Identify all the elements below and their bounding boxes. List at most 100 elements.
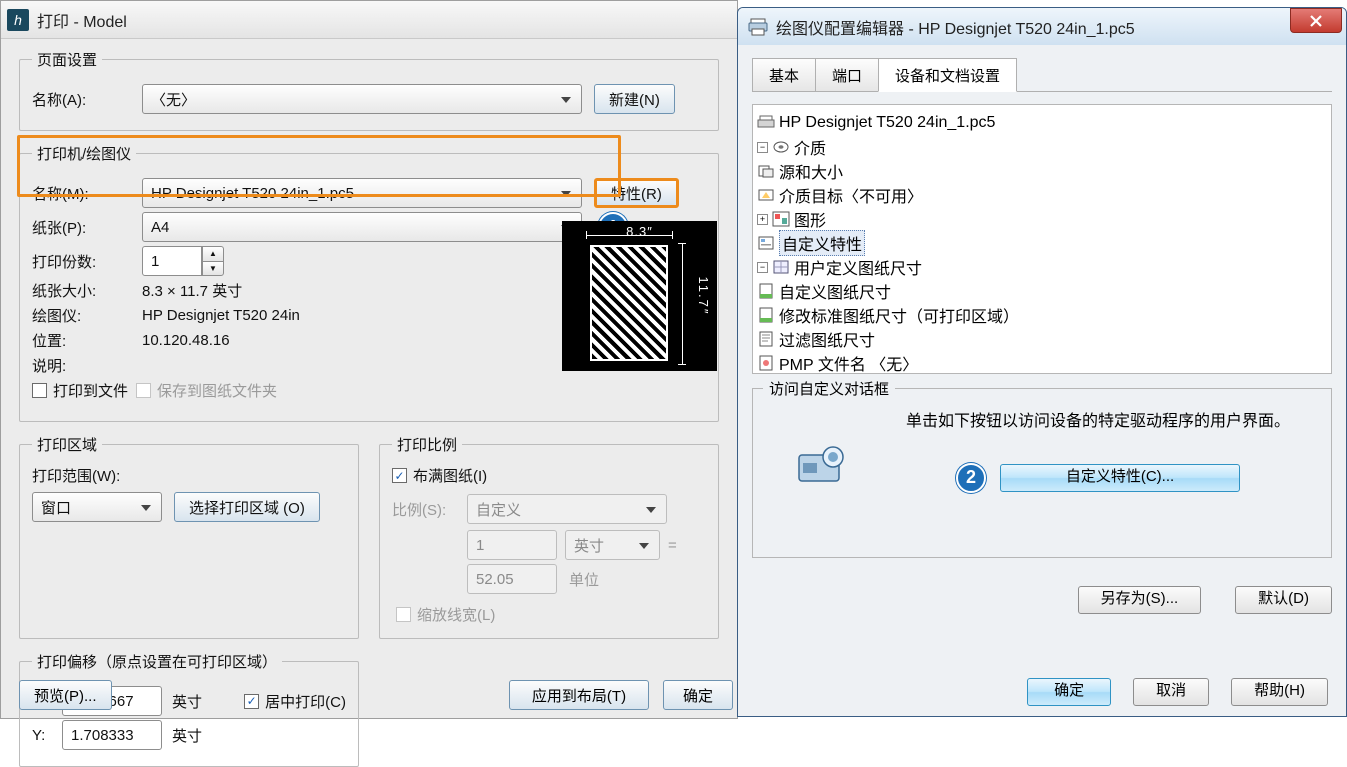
printer-properties-button[interactable]: 特性(R) <box>594 178 679 208</box>
page-setup-legend: 页面设置 <box>32 49 102 70</box>
copies-label: 打印份数: <box>32 251 142 272</box>
apply-layout-button[interactable]: 应用到布局(T) <box>509 680 649 710</box>
offset-y-unit: 英寸 <box>162 725 202 746</box>
page-name-dropdown[interactable]: 〈无〉 <box>142 84 582 114</box>
tree-custom-size[interactable]: 自定义图纸尺寸 <box>757 279 1327 303</box>
new-page-button[interactable]: 新建(N) <box>594 84 675 114</box>
copies-spinner[interactable]: 1 ▲▼ <box>142 246 224 276</box>
cancel-button[interactable]: 取消 <box>1133 678 1209 706</box>
spin-up-icon[interactable]: ▲ <box>202 246 224 261</box>
app-logo-icon: h <box>7 9 29 31</box>
help-button[interactable]: 帮助(H) <box>1231 678 1328 706</box>
ratio-label: 比例(S): <box>392 499 467 520</box>
location-value: 10.120.48.16 <box>142 332 230 349</box>
filter-icon <box>757 331 775 347</box>
scale-unit-dropdown: 英寸 <box>565 530 660 560</box>
printer-name-dropdown[interactable]: HP Designjet T520 24in_1.pc5 <box>142 178 582 208</box>
paper-preview: 8.3″ 11.7″ <box>562 221 717 371</box>
print-scale-legend: 打印比例 <box>392 434 462 455</box>
page-icon <box>757 283 775 299</box>
spin-down-icon[interactable]: ▼ <box>202 261 224 277</box>
range-label: 打印范围(W): <box>32 465 346 486</box>
plotter-label: 绘图仪: <box>32 305 142 326</box>
titlebar: 绘图仪配置编辑器 - HP Designjet T520 24in_1.pc5 <box>738 8 1346 45</box>
tab-bar: 基本 端口 设备和文档设置 <box>752 57 1332 92</box>
fit-to-paper-checkbox[interactable]: ✓ 布满图纸(I) <box>392 465 487 486</box>
properties-icon <box>757 235 775 251</box>
tree-media-target[interactable]: 介质目标〈不可用〉 <box>757 183 1327 207</box>
preview-button[interactable]: 预览(P)... <box>19 680 112 710</box>
tree-graphics[interactable]: +图形 <box>757 207 1327 231</box>
paper-size-value: 8.3 × 11.7 英寸 <box>142 280 242 301</box>
titlebar: h 打印 - Model <box>1 1 737 39</box>
ok-button-left[interactable]: 确定 <box>663 680 733 710</box>
sizes-icon <box>772 259 790 275</box>
offset-y-input[interactable]: 1.708333 <box>62 720 162 750</box>
collapse-icon[interactable]: − <box>757 262 768 273</box>
page-name-label: 名称(A): <box>32 89 142 110</box>
ok-button[interactable]: 确定 <box>1027 678 1111 706</box>
tab-basic[interactable]: 基本 <box>752 58 816 92</box>
select-area-button[interactable]: 选择打印区域 (O) <box>174 492 320 522</box>
paper-label: 纸张(P): <box>32 217 142 238</box>
scale-denominator: 52.05 <box>467 564 557 594</box>
checkbox-checked-icon: ✓ <box>392 468 407 483</box>
tree-modify-size[interactable]: 修改标准图纸尺寸（可打印区域） <box>757 303 1327 327</box>
file-icon <box>757 355 775 371</box>
tree-filter-size[interactable]: 过滤图纸尺寸 <box>757 327 1327 351</box>
source-icon <box>757 163 775 179</box>
print-area-group: 打印区域 打印范围(W): 窗口 选择打印区域 (O) <box>19 434 359 639</box>
tree-user-sizes[interactable]: −用户定义图纸尺寸 <box>757 255 1327 279</box>
tree-custom-props[interactable]: 自定义特性 <box>757 231 1327 255</box>
equals-sign: = <box>660 537 685 554</box>
print-to-file-checkbox[interactable]: 打印到文件 <box>32 380 128 401</box>
ratio-dropdown: 自定义 <box>467 494 667 524</box>
page-setup-group: 页面设置 名称(A): 〈无〉 新建(N) <box>19 49 719 131</box>
page-icon <box>757 307 775 323</box>
tab-ports[interactable]: 端口 <box>815 58 879 92</box>
checkbox-icon <box>396 607 411 622</box>
custom-properties-button[interactable]: 自定义特性(C)... <box>1000 464 1240 492</box>
checkbox-icon <box>136 383 151 398</box>
description-label: 说明: <box>32 355 142 376</box>
tree-media[interactable]: −介质 <box>757 135 1327 159</box>
print-dialog: h 打印 - Model 页面设置 名称(A): 〈无〉 新建(N) 打印机/绘… <box>0 0 738 719</box>
save-as-button[interactable]: 另存为(S)... <box>1078 586 1202 614</box>
tab-device-document[interactable]: 设备和文档设置 <box>878 58 1017 92</box>
plotter-config-editor: 绘图仪配置编辑器 - HP Designjet T520 24in_1.pc5 … <box>737 7 1347 717</box>
collapse-icon[interactable]: − <box>757 142 768 153</box>
tree-media-source[interactable]: 源和大小 <box>757 159 1327 183</box>
offset-y-label: Y: <box>32 727 62 744</box>
preview-height: 11.7″ <box>696 277 711 316</box>
tree-pmp[interactable]: PMP 文件名 〈无〉 <box>757 351 1327 374</box>
printer-icon <box>748 18 768 36</box>
plotter-icon <box>757 115 775 131</box>
print-offset-legend: 打印偏移（原点设置在可打印区域） <box>32 651 282 672</box>
scale-lineweight-checkbox: 缩放线宽(L) <box>392 604 495 625</box>
preview-width: 8.3″ <box>626 224 653 239</box>
settings-tree[interactable]: HP Designjet T520 24in_1.pc5 −介质 源和大小 介质… <box>752 104 1332 374</box>
custom-dialog-group: 访问自定义对话框 单击如下按钮以访问设备的特定驱动程序的用户界面。 2 自定义特… <box>752 388 1332 558</box>
print-scale-group: 打印比例 ✓ 布满图纸(I) 比例(S): 自定义 1 英寸 = <box>379 434 719 639</box>
step-badge-2: 2 <box>956 463 986 493</box>
print-area-legend: 打印区域 <box>32 434 102 455</box>
plotter-value: HP Designjet T520 24in <box>142 307 300 324</box>
printer-name-label: 名称(M): <box>32 183 142 204</box>
unit-text: 单位 <box>569 569 599 590</box>
driver-icon <box>795 441 853 489</box>
range-dropdown[interactable]: 窗口 <box>32 492 162 522</box>
close-button[interactable] <box>1290 8 1342 33</box>
group-title: 访问自定义对话框 <box>763 378 895 399</box>
paper-dropdown[interactable]: A4 <box>142 212 582 242</box>
scale-numerator: 1 <box>467 530 557 560</box>
location-label: 位置: <box>32 330 142 351</box>
close-icon <box>1309 15 1323 27</box>
save-to-folder-checkbox: 保存到图纸文件夹 <box>136 380 277 401</box>
graphics-icon <box>772 211 790 227</box>
tree-root[interactable]: HP Designjet T520 24in_1.pc5 <box>757 111 1327 135</box>
default-button[interactable]: 默认(D) <box>1235 586 1332 614</box>
printer-legend: 打印机/绘图仪 <box>32 143 136 164</box>
window-title: 绘图仪配置编辑器 - HP Designjet T520 24in_1.pc5 <box>776 15 1135 39</box>
window-title: 打印 - Model <box>37 8 127 32</box>
expand-icon[interactable]: + <box>757 214 768 225</box>
